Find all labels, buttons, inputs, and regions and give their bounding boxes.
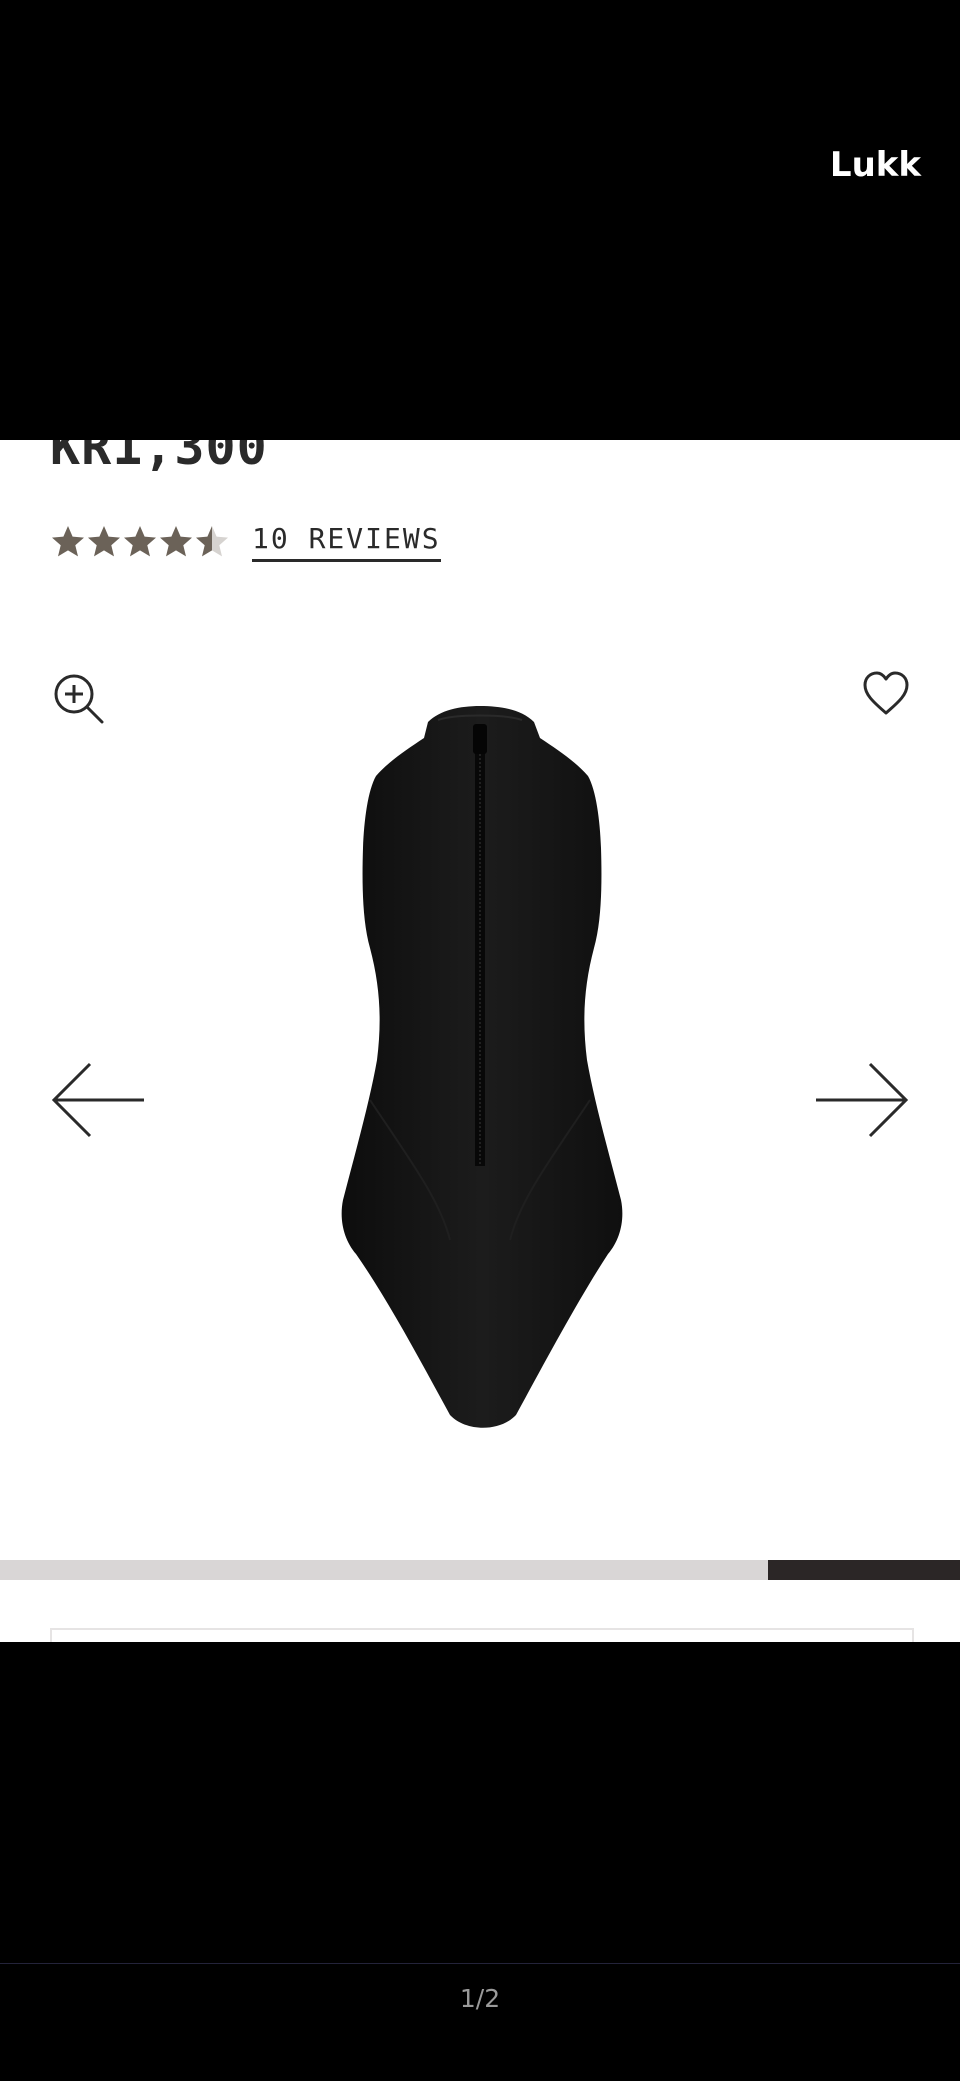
star-rating bbox=[50, 524, 230, 560]
product-price: KR1,300 bbox=[50, 440, 268, 476]
star-icon bbox=[52, 526, 84, 557]
image-counter: 1/2 bbox=[459, 1984, 501, 2013]
carousel-progress bbox=[0, 1560, 960, 1580]
content-card bbox=[50, 1628, 914, 1642]
divider bbox=[0, 1963, 960, 1964]
star-icon bbox=[124, 526, 156, 557]
zoom-in-icon[interactable] bbox=[52, 672, 104, 724]
reviews-link[interactable]: 10 REVIEWS bbox=[252, 522, 441, 562]
carousel-progress-fill bbox=[768, 1560, 960, 1580]
arrow-right-icon[interactable] bbox=[814, 1060, 910, 1140]
screenshot-view: KR1,300 10 REVIEWS bbox=[0, 440, 960, 1642]
viewer-top-bar: Lukk bbox=[0, 0, 960, 440]
star-icon bbox=[196, 526, 228, 557]
heart-icon[interactable] bbox=[862, 670, 910, 718]
star-icon bbox=[88, 526, 120, 557]
star-icon bbox=[160, 526, 192, 557]
product-rating: 10 REVIEWS bbox=[50, 520, 441, 564]
close-button[interactable]: Lukk bbox=[830, 145, 921, 185]
arrow-left-icon[interactable] bbox=[50, 1060, 146, 1140]
swimsuit-image bbox=[341, 706, 623, 1428]
viewer-bottom-bar: 1/2 bbox=[0, 1642, 960, 2081]
